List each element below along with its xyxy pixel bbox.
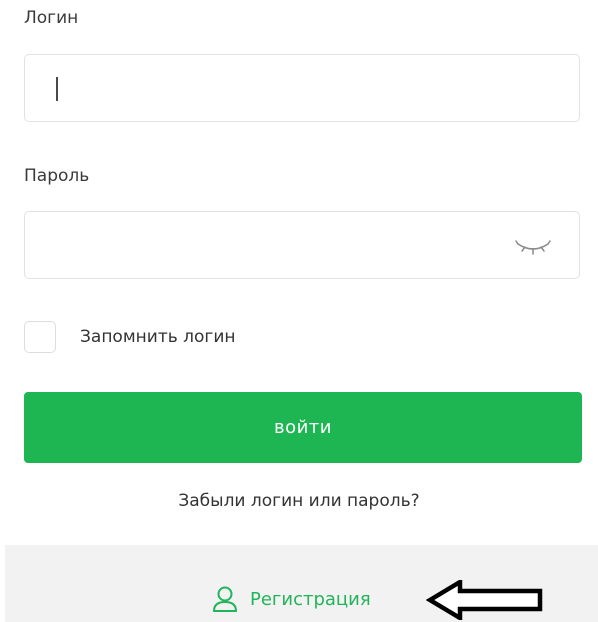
password-input[interactable] xyxy=(25,212,579,278)
login-input[interactable] xyxy=(25,55,579,121)
password-label: Пароль xyxy=(24,166,90,186)
remember-login-label[interactable]: Запомнить логин xyxy=(80,327,236,347)
remember-login-row[interactable]: Запомнить логин xyxy=(24,320,236,354)
user-icon xyxy=(213,586,237,612)
register-link[interactable]: Регистрация xyxy=(212,585,371,613)
forgot-credentials-link[interactable]: Забыли логин или пароль? xyxy=(0,491,598,511)
text-caret xyxy=(56,77,58,101)
eye-closed-icon[interactable] xyxy=(515,234,551,258)
register-label[interactable]: Регистрация xyxy=(250,589,371,610)
login-form: Логин Пароль Запомнить логин войти Забыл… xyxy=(0,0,598,622)
left-arrow-icon xyxy=(426,580,543,620)
login-label: Логин xyxy=(24,8,79,28)
password-field-box[interactable] xyxy=(24,211,580,279)
remember-login-checkbox[interactable] xyxy=(24,321,56,353)
login-field-box[interactable] xyxy=(24,54,580,122)
login-submit-button[interactable]: войти xyxy=(24,392,582,463)
